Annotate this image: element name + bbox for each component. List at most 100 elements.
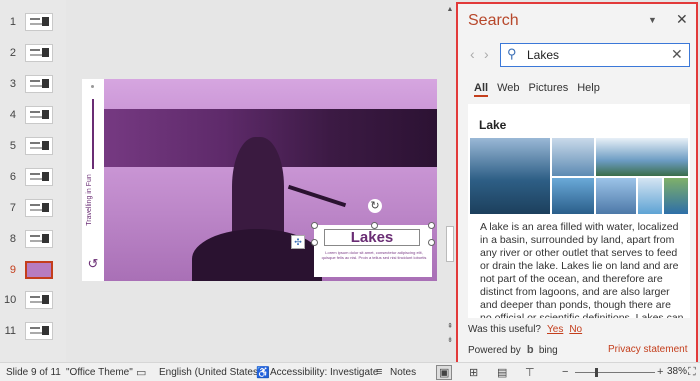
slide-title-textbox[interactable]: Lakes Lorem ipsum dolor sit amet, consec… <box>314 225 432 277</box>
scroll-up-icon[interactable]: ▲ <box>446 6 454 13</box>
accessibility-button[interactable]: Accessibility: Investigate <box>270 367 378 378</box>
slide-thumbnail[interactable]: 4 <box>0 106 66 128</box>
pane-close-icon[interactable]: ✕ <box>676 11 688 28</box>
editor-scrollbar[interactable]: ▲ ⇞ ⇟ <box>444 0 456 362</box>
gallery-image[interactable] <box>470 138 550 214</box>
rotate-handle-icon[interactable]: ↻ <box>368 199 382 213</box>
slide-thumbnail-image[interactable] <box>25 106 53 124</box>
resize-handle[interactable] <box>428 239 435 246</box>
forward-icon[interactable]: › <box>484 46 489 62</box>
slide-logo-icon: ↺ <box>87 256 99 271</box>
notes-icon[interactable]: ≡ <box>376 366 382 378</box>
zoom-level[interactable]: 38% <box>667 366 687 377</box>
zoom-slider-handle[interactable] <box>595 368 598 377</box>
gallery-image[interactable] <box>552 178 594 214</box>
slide-side-text[interactable]: Travelling in Fun <box>86 150 98 250</box>
result-description: A lake is an area filled with water, loc… <box>480 221 684 318</box>
status-bar: Slide 9 of 11 "Office Theme" ▭ English (… <box>0 362 700 381</box>
slide-thumbnail[interactable]: 3 <box>0 75 66 97</box>
gallery-image[interactable] <box>638 178 662 214</box>
tab-all[interactable]: All <box>474 82 489 97</box>
thumbnail-content <box>42 48 49 57</box>
slide-thumbnail-image[interactable] <box>25 322 53 340</box>
slide-left-band: Travelling in Fun ↺ <box>82 79 104 281</box>
slide-thumbnail[interactable]: 6 <box>0 168 66 190</box>
scroll-next-slide-icon[interactable]: ⇟ <box>446 336 454 344</box>
pane-options-menu-icon[interactable]: ▼ <box>648 15 657 25</box>
resize-handle[interactable] <box>311 222 318 229</box>
normal-view-icon[interactable]: ▣ <box>436 365 453 380</box>
slide-thumbnail-image[interactable] <box>25 230 53 248</box>
slide-body-text[interactable]: Lorem ipsum dolor sit amet, consectetur … <box>320 250 428 260</box>
slide-thumbnail[interactable]: 8 <box>0 230 66 252</box>
zoom-in-button[interactable]: + <box>657 366 663 378</box>
slide-thumbnail[interactable]: 11 <box>0 322 66 344</box>
slideshow-icon[interactable]: ⊤ <box>525 366 535 379</box>
language-button[interactable]: English (United States) <box>159 367 261 378</box>
slide-thumbnail-number: 3 <box>9 78 16 90</box>
spelling-check-icon[interactable]: ▭ <box>136 366 146 379</box>
slide-thumbnail-image[interactable] <box>25 291 53 309</box>
search-tabs: All Web Pictures Help <box>474 82 609 98</box>
feedback-no-link[interactable]: No <box>569 324 582 335</box>
clear-search-icon[interactable]: ✕ <box>671 46 683 63</box>
result-heading[interactable]: Lake <box>479 118 506 132</box>
tab-pictures[interactable]: Pictures <box>528 82 568 94</box>
slide-thumbnail-image[interactable] <box>25 199 53 217</box>
thumbnail-content <box>30 18 40 20</box>
search-input[interactable] <box>527 47 657 63</box>
gallery-image[interactable] <box>596 178 636 214</box>
thumbnail-content <box>42 110 49 119</box>
slide-dot <box>91 85 94 88</box>
zoom-out-button[interactable]: − <box>562 366 568 378</box>
thumbnail-content <box>42 17 49 26</box>
layout-options-icon[interactable]: ✣ <box>291 235 305 249</box>
thumbnail-content <box>30 296 40 298</box>
tab-help[interactable]: Help <box>577 82 600 94</box>
notes-button[interactable]: Notes <box>390 367 416 378</box>
feedback-question: Was this useful? <box>468 324 541 335</box>
gallery-image[interactable] <box>552 138 594 176</box>
reading-view-icon[interactable]: ▤ <box>497 366 507 379</box>
thumbnail-content <box>30 204 40 206</box>
accessibility-icon[interactable]: ♿ <box>256 366 270 379</box>
feedback-yes-link[interactable]: Yes <box>547 324 563 335</box>
thumbnail-content <box>30 142 40 144</box>
slide-thumbnail-image[interactable] <box>25 168 53 186</box>
slide-thumbnail[interactable]: 5 <box>0 137 66 159</box>
resize-handle[interactable] <box>428 222 435 229</box>
search-pane: Search ▼ ✕ ‹ › ⚲ ✕ All Web Pictures Help La… <box>456 2 698 364</box>
pane-title: Search <box>468 12 519 29</box>
gallery-image[interactable] <box>664 178 688 214</box>
resize-handle[interactable] <box>371 222 378 229</box>
slide-thumbnail-number: 5 <box>9 140 16 152</box>
bing-label: bing <box>538 345 558 356</box>
scroll-prev-slide-icon[interactable]: ⇞ <box>446 322 454 330</box>
fit-to-window-icon[interactable]: ⛶ <box>688 366 696 379</box>
resize-handle[interactable] <box>311 239 318 246</box>
tab-web[interactable]: Web <box>497 82 519 94</box>
slide-thumbnail[interactable]: 9 <box>0 261 66 283</box>
slide-thumbnail-image[interactable] <box>25 75 53 93</box>
thumbnail-content <box>42 326 49 335</box>
thumbnail-content <box>30 80 40 82</box>
thumbnail-content <box>42 141 49 150</box>
zoom-slider[interactable] <box>575 372 655 373</box>
search-box[interactable]: ⚲ ✕ <box>500 43 690 67</box>
slide-title[interactable]: Lakes <box>324 229 420 246</box>
privacy-statement-link[interactable]: Privacy statement <box>608 344 687 355</box>
gallery-image[interactable] <box>596 138 688 176</box>
thumbnail-content <box>30 49 40 51</box>
slide-canvas[interactable]: Travelling in Fun ↺ Lakes Lorem ipsum do… <box>82 79 437 281</box>
slide-thumbnail-image[interactable] <box>25 137 53 155</box>
slide-sorter-icon[interactable]: ⊞ <box>469 366 478 379</box>
back-icon[interactable]: ‹ <box>470 46 475 62</box>
slide-thumbnail[interactable]: 7 <box>0 199 66 221</box>
scroll-thumb[interactable] <box>446 226 454 262</box>
slide-thumbnail[interactable]: 1 <box>0 13 66 35</box>
slide-thumbnail-image[interactable] <box>25 13 53 31</box>
slide-thumbnail[interactable]: 10 <box>0 291 66 313</box>
slide-thumbnail-image[interactable] <box>25 44 53 62</box>
slide-thumbnail-image[interactable] <box>25 261 53 279</box>
slide-thumbnail[interactable]: 2 <box>0 44 66 66</box>
